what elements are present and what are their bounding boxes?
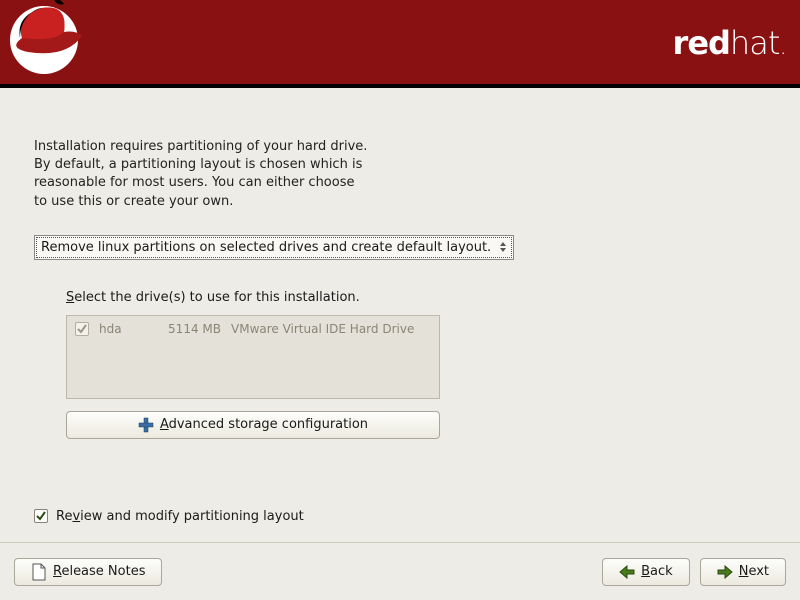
partition-scheme-select[interactable]: Remove linux partitions on selected driv… — [34, 235, 514, 260]
drive-desc: VMware Virtual IDE Hard Drive — [231, 322, 414, 336]
brand-logo — [10, 6, 78, 74]
drive-select-label: Select the drive(s) to use for this inst… — [66, 290, 766, 305]
release-notes-button[interactable]: Release Notes — [14, 558, 162, 586]
document-icon — [31, 563, 47, 581]
drive-size: 5114 MB — [153, 322, 221, 336]
arrow-right-icon — [717, 565, 733, 579]
header-bar: redhat. — [0, 0, 800, 88]
drive-name: hda — [99, 322, 143, 336]
brand-bold: red — [673, 24, 730, 62]
intro-text: Installation requires partitioning of yo… — [34, 138, 766, 211]
arrow-left-icon — [619, 565, 635, 579]
main-content: Installation requires partitioning of yo… — [0, 88, 800, 524]
drive-row[interactable]: hda 5114 MB VMware Virtual IDE Hard Driv… — [75, 322, 431, 336]
dropdown-arrows-icon — [499, 241, 507, 253]
next-button[interactable]: Next — [700, 558, 786, 586]
review-checkbox-row[interactable]: Review and modify partitioning layout — [34, 509, 766, 524]
review-label: Review and modify partitioning layout — [56, 509, 304, 524]
partition-scheme-value: Remove linux partitions on selected driv… — [41, 240, 499, 255]
review-checkbox[interactable] — [34, 509, 48, 523]
drive-checkbox[interactable] — [75, 322, 89, 336]
plus-icon — [138, 417, 154, 433]
back-button[interactable]: Back — [602, 558, 690, 586]
advanced-storage-button[interactable]: Advanced storage configuration — [66, 411, 440, 439]
brand-light: hat — [730, 24, 779, 62]
footer-bar: Release Notes Back Next — [0, 542, 800, 600]
drive-list[interactable]: hda 5114 MB VMware Virtual IDE Hard Driv… — [66, 315, 440, 399]
brand-wordmark: redhat. — [673, 24, 786, 62]
